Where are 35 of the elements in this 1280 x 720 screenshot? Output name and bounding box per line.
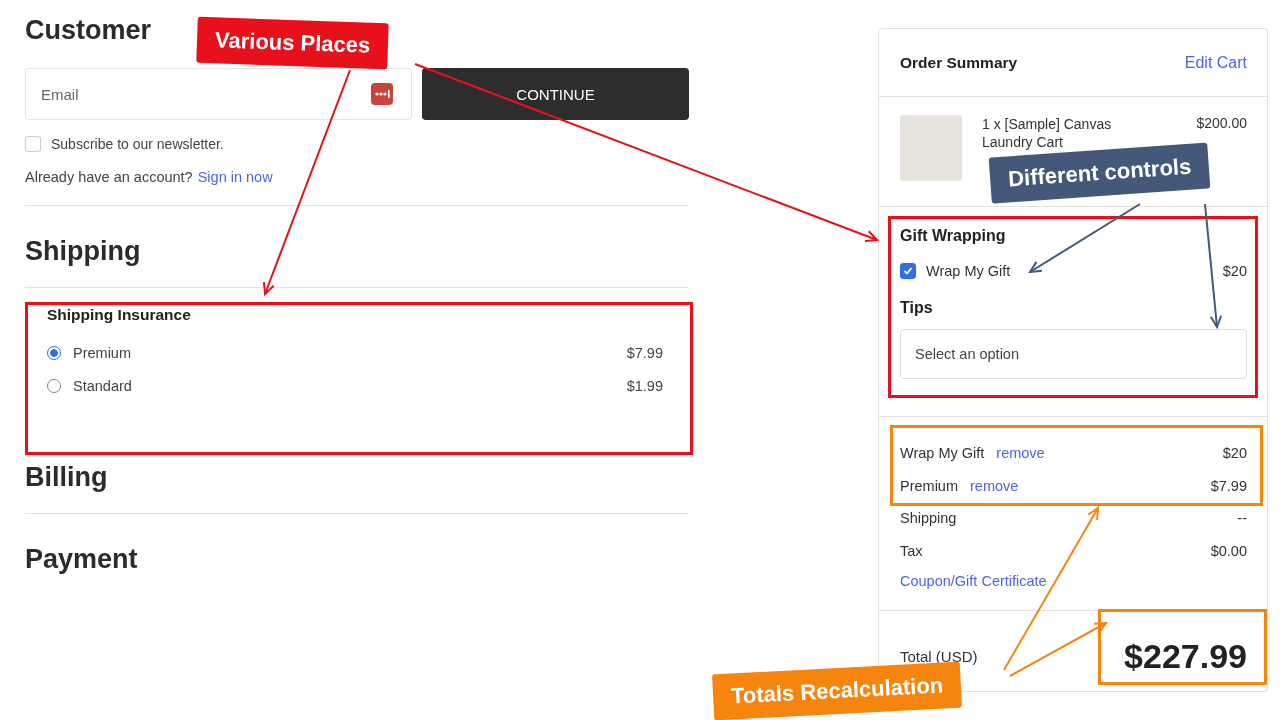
checkbox-label: Wrap My Gift (926, 263, 1012, 279)
line-value: $0.00 (1210, 542, 1247, 559)
line-value: $7.99 (1210, 477, 1247, 494)
line-label: Tax (900, 542, 923, 559)
account-prompt: Already have an account? (25, 169, 193, 185)
line-label: Premium (900, 477, 958, 494)
product-price: $200.00 (1196, 115, 1247, 131)
sign-in-link[interactable]: Sign in now (197, 169, 273, 185)
email-field[interactable]: Email (25, 68, 412, 120)
line-value: -- (1237, 510, 1247, 527)
option-price: $7.99 (626, 344, 663, 361)
option-price: $1.99 (626, 377, 663, 394)
tips-title: Tips (900, 299, 934, 317)
gift-wrapping-title: Gift Wrapping (900, 227, 1007, 245)
section-heading: Billing (25, 462, 108, 493)
total-amount: $227.99 (1124, 636, 1247, 676)
insurance-title: Shipping Insurance (47, 306, 192, 324)
annotation-callout: Various Places (196, 16, 390, 70)
tips-select[interactable]: Select an option (900, 329, 1247, 379)
summary-title: Order Summary (900, 53, 1018, 72)
option-label: Premium (73, 344, 132, 361)
remove-link[interactable]: remove (996, 445, 1045, 462)
option-price: $20 (1222, 263, 1247, 279)
option-label: Standard (73, 377, 133, 394)
section-heading: Shipping (25, 236, 141, 267)
line-value: $20 (1222, 445, 1247, 462)
section-heading: Payment (25, 544, 138, 575)
section-heading: Customer (25, 15, 152, 46)
continue-button[interactable]: CONTINUE (422, 68, 689, 120)
coupon-link[interactable]: Coupon/Gift Certificate (900, 573, 1247, 589)
line-label: Shipping (900, 510, 957, 527)
edit-cart-link[interactable]: Edit Cart (1184, 53, 1247, 72)
line-label: Wrap My Gift (900, 445, 985, 462)
checkbox-label: Subscribe to our newsletter. (51, 136, 224, 152)
remove-link[interactable]: remove (970, 477, 1019, 494)
